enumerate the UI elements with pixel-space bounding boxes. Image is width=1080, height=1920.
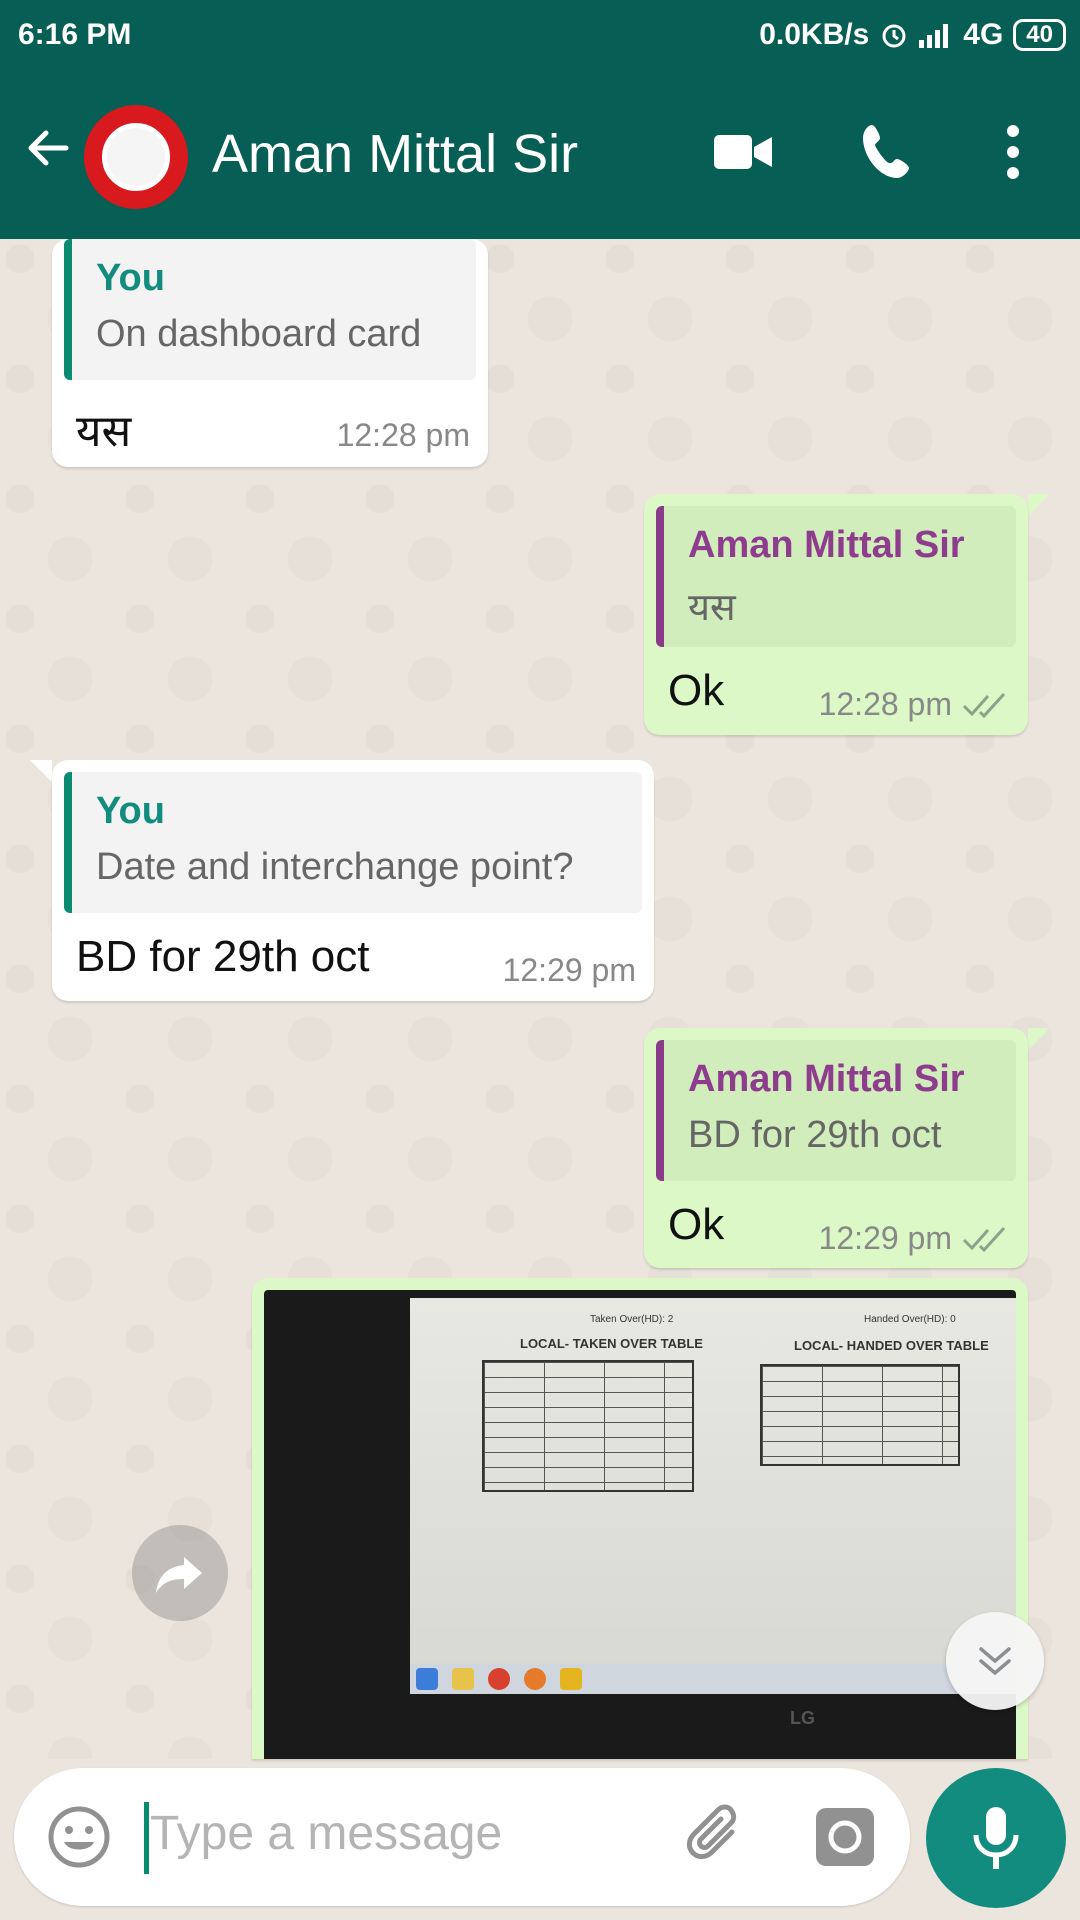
message-text: Ok [668,666,725,715]
photo-right-table [760,1364,960,1466]
photo-taskbar [410,1664,1016,1694]
bubble-tail [1028,1028,1050,1050]
voice-call-icon[interactable] [856,119,922,185]
photo-left-table [482,1360,694,1492]
alarm-icon [882,24,906,48]
camera-icon[interactable] [810,1802,880,1872]
contact-name[interactable]: Aman Mittal Sir [212,123,578,185]
status-bar: 6:16 PM 0.0KB/s 4G 40 [0,0,1080,71]
message-time: 12:29 pm [819,1220,1010,1257]
message-time-label: 12:29 pm [818,1220,952,1256]
photo-note-left: Taken Over(HD): 2 [590,1314,674,1325]
double-chevron-down-icon [979,1647,1011,1676]
message-time-label: 12:29 pm [502,952,636,988]
folder-icon [452,1668,474,1690]
chrome-icon [488,1668,510,1690]
bubble-tail [30,760,52,782]
message-bubble-outgoing[interactable]: Aman Mittal Sir यस Ok 12:28 pm [644,494,1028,735]
quoted-sender: You [96,257,165,299]
quoted-message[interactable]: You On dashboard card [64,239,476,380]
photo-monitor-screen: Taken Over(HD): 2 Handed Over(HD): 0 LOC… [410,1298,1016,1668]
message-time: 12:28 pm [337,417,470,454]
image-thumbnail[interactable]: Taken Over(HD): 2 Handed Over(HD): 0 LOC… [264,1290,1016,1759]
quoted-message[interactable]: Aman Mittal Sir BD for 29th oct [656,1040,1016,1181]
read-receipt-icon [962,692,1006,718]
read-receipt-icon [962,1226,1006,1252]
message-input[interactable]: Type a message [150,1806,502,1861]
message-text: यस [76,407,132,456]
status-icons: 0.0KB/s 4G 40 [759,18,1066,52]
more-options-icon[interactable] [980,119,1046,185]
attach-icon[interactable] [682,1802,752,1872]
quoted-sender: You [96,790,165,832]
quoted-text: On dashboard card [96,313,422,355]
chat-header: Aman Mittal Sir [0,71,1080,239]
monitor-brand: LG [790,1708,815,1728]
message-text: BD for 29th oct [76,932,370,981]
quoted-text: यस [688,587,736,629]
quoted-sender: Aman Mittal Sir [688,524,965,566]
railway-logo-icon [102,123,170,191]
start-icon [416,1668,438,1690]
message-time: 12:29 pm [503,952,636,989]
message-composer: Type a message [14,1768,910,1906]
message-bubble-outgoing[interactable]: Aman Mittal Sir BD for 29th oct Ok 12:29… [644,1028,1028,1268]
forward-button[interactable] [132,1525,228,1621]
status-time: 6:16 PM [18,18,132,51]
photo-left-title: LOCAL- TAKEN OVER TABLE [520,1336,703,1351]
message-bubble-incoming[interactable]: You On dashboard card यस 12:28 pm [52,239,488,467]
battery-indicator: 40 [1013,19,1066,51]
contact-avatar[interactable] [84,105,188,209]
forward-icon [156,1557,202,1593]
quoted-text: BD for 29th oct [688,1114,942,1156]
message-time-label: 12:28 pm [818,686,952,722]
network-speed: 0.0KB/s [759,18,870,51]
image-message-bubble[interactable]: Taken Over(HD): 2 Handed Over(HD): 0 LOC… [252,1278,1028,1759]
message-bubble-incoming[interactable]: You Date and interchange point? BD for 2… [52,760,654,1001]
message-time: 12:28 pm [819,686,1010,723]
photo-note-right: Handed Over(HD): 0 [864,1314,956,1325]
message-text: Ok [668,1200,725,1249]
scroll-to-bottom-button[interactable] [946,1612,1044,1710]
back-arrow-icon[interactable] [22,123,72,173]
message-time-label: 12:28 pm [336,417,470,453]
text-cursor [144,1802,149,1874]
network-type: 4G [963,18,1004,51]
quoted-message[interactable]: You Date and interchange point? [64,772,642,913]
quoted-text: Date and interchange point? [96,846,574,888]
signal-icon [919,24,949,48]
emoji-icon[interactable] [46,1804,112,1870]
photo-right-title: LOCAL- HANDED OVER TABLE [794,1338,989,1353]
quoted-message[interactable]: Aman Mittal Sir यस [656,506,1016,647]
quoted-sender: Aman Mittal Sir [688,1058,965,1100]
voice-message-button[interactable] [926,1768,1066,1908]
bubble-tail [1028,494,1050,516]
microphone-icon [973,1807,1019,1869]
app-icon [560,1668,582,1690]
video-call-icon[interactable] [710,119,776,185]
firefox-icon [524,1668,546,1690]
